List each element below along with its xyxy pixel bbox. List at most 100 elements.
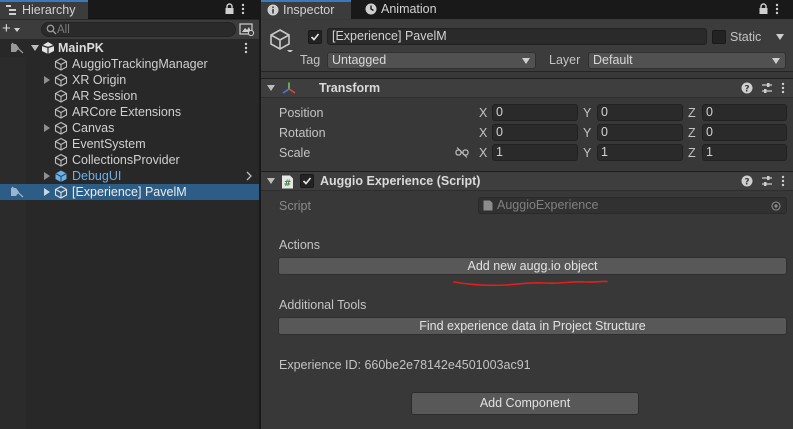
transform-icon xyxy=(282,82,296,94)
chevron-down-icon xyxy=(14,28,20,32)
tab-animation-label: Animation xyxy=(381,2,437,16)
expand-arrow-right-icon[interactable] xyxy=(43,172,51,180)
gameobject-icon xyxy=(54,57,68,71)
scene-visibility-icon[interactable] xyxy=(10,186,24,198)
axis-y-label[interactable]: Y xyxy=(583,146,591,160)
experience-id-text: Experience ID: 660be2e78142e4501003ac91 xyxy=(279,358,531,372)
gameobject-large-icon[interactable] xyxy=(269,28,293,52)
unity-scene-icon xyxy=(41,42,55,54)
axis-z-label[interactable]: Z xyxy=(688,126,696,140)
more-options-icon[interactable] xyxy=(775,3,779,15)
active-checkbox[interactable] xyxy=(308,30,322,44)
inspector-tabbar: Inspector Animation xyxy=(261,0,793,19)
foldout-arrow-icon[interactable] xyxy=(267,178,275,184)
lock-icon[interactable] xyxy=(758,3,769,15)
layer-value: Default xyxy=(593,53,633,67)
tree-item-auggio-tracking-manager[interactable]: AuggioTrackingManager xyxy=(0,56,259,72)
position-label: Position xyxy=(279,106,324,120)
more-options-icon[interactable] xyxy=(781,175,785,187)
expand-arrow-right-icon[interactable] xyxy=(43,188,51,196)
object-picker-icon[interactable] xyxy=(771,201,781,211)
tree-item-ar-session[interactable]: AR Session xyxy=(0,88,259,104)
add-auggio-object-button[interactable]: Add new augg.io object xyxy=(278,257,787,275)
axis-z-label[interactable]: Z xyxy=(688,106,696,120)
open-prefab-arrow-icon[interactable] xyxy=(246,170,252,182)
transform-header[interactable]: Transform ? xyxy=(261,78,793,98)
prefab-icon xyxy=(55,170,67,182)
more-options-icon[interactable] xyxy=(781,82,785,94)
tag-dropdown[interactable]: Untagged xyxy=(327,52,536,69)
foldout-arrow-icon[interactable] xyxy=(267,85,275,91)
tree-item-debugui[interactable]: DebugUI xyxy=(0,168,259,184)
search-input[interactable] xyxy=(57,23,227,36)
rotation-y-field[interactable]: 0 xyxy=(597,124,683,141)
position-z-field[interactable]: 0 xyxy=(702,104,787,121)
scale-x-field[interactable]: 1 xyxy=(492,144,578,161)
animation-clock-icon xyxy=(365,3,377,15)
tree-item-arcore-extensions[interactable]: ARCore Extensions xyxy=(0,104,259,120)
find-experience-data-button[interactable]: Find experience data in Project Structur… xyxy=(278,317,787,335)
axis-y-label[interactable]: Y xyxy=(583,106,591,120)
axis-z-label[interactable]: Z xyxy=(688,146,696,160)
axis-x-label[interactable]: X xyxy=(479,106,487,120)
scale-y-field[interactable]: 1 xyxy=(597,144,683,161)
script-object-value: AuggioExperience xyxy=(497,198,599,212)
tree-item-label: AR Session xyxy=(72,89,138,103)
position-y-field[interactable]: 0 xyxy=(597,104,683,121)
object-name-field[interactable]: [Experience] PavelM xyxy=(327,28,707,45)
script-object-field[interactable]: AuggioExperience xyxy=(478,197,787,214)
scene-visibility-icon[interactable] xyxy=(10,42,24,54)
tree-item-canvas[interactable]: Canvas xyxy=(0,120,259,136)
component-header-icons: ? xyxy=(741,175,785,187)
axis-x-label[interactable]: X xyxy=(479,146,487,160)
tree-item-label: Canvas xyxy=(72,121,115,135)
tree-item-experience-pavelm[interactable]: [Experience] PavelM xyxy=(0,184,259,200)
rotation-label: Rotation xyxy=(279,126,326,140)
tree-item-collections-provider[interactable]: CollectionsProvider xyxy=(0,152,259,168)
help-icon[interactable]: ? xyxy=(741,175,753,187)
scale-z-field[interactable]: 1 xyxy=(702,144,787,161)
static-dropdown-chevron-icon[interactable] xyxy=(776,34,784,40)
more-options-icon[interactable] xyxy=(244,42,248,54)
gameobject-icon xyxy=(54,121,68,135)
search-icon xyxy=(46,24,57,35)
tab-hierarchy[interactable]: Hierarchy xyxy=(0,0,88,19)
checkmark-icon xyxy=(302,177,312,185)
presets-icon[interactable] xyxy=(761,175,773,187)
tree-item-label: MainPK xyxy=(58,41,104,55)
add-component-button[interactable]: Add Component xyxy=(411,392,639,415)
scene-filter-icon[interactable] xyxy=(239,22,255,37)
tree-item-label: AuggioTrackingManager xyxy=(72,57,208,71)
tree-item-xr-origin[interactable]: XR Origin xyxy=(0,72,259,88)
tree-item-mainpk[interactable]: MainPK xyxy=(0,40,259,56)
lock-icon[interactable] xyxy=(224,3,235,15)
axis-y-label[interactable]: Y xyxy=(583,126,591,140)
script-component-title: Auggio Experience (Script) xyxy=(320,174,481,188)
constrain-proportions-icon[interactable] xyxy=(455,147,469,158)
search-box[interactable] xyxy=(41,22,236,37)
expand-arrow-right-icon[interactable] xyxy=(43,76,51,84)
script-component-header[interactable]: # Auggio Experience (Script) ? xyxy=(261,171,793,191)
tree-item-event-system[interactable]: EventSystem xyxy=(0,136,259,152)
tab-animation[interactable]: Animation xyxy=(359,0,449,19)
info-icon xyxy=(267,4,279,16)
layer-dropdown[interactable]: Default xyxy=(588,52,786,69)
axis-x-label[interactable]: X xyxy=(479,126,487,140)
expand-arrow-right-icon[interactable] xyxy=(43,124,51,132)
rotation-z-field[interactable]: 0 xyxy=(702,124,787,141)
tab-inspector[interactable]: Inspector xyxy=(261,0,351,19)
help-icon[interactable]: ? xyxy=(741,82,753,94)
tag-value: Untagged xyxy=(332,53,387,67)
transform-title: Transform xyxy=(319,81,381,95)
more-options-icon[interactable] xyxy=(241,3,245,15)
static-checkbox[interactable] xyxy=(712,30,726,44)
add-object-button[interactable]: + xyxy=(2,21,24,38)
tree-item-label: CollectionsProvider xyxy=(72,153,180,167)
script-field-label: Script xyxy=(279,199,311,213)
presets-icon[interactable] xyxy=(761,82,773,94)
rotation-x-field[interactable]: 0 xyxy=(492,124,578,141)
position-x-field[interactable]: 0 xyxy=(492,104,578,121)
expand-arrow-down-icon[interactable] xyxy=(31,44,39,52)
script-enabled-checkbox[interactable] xyxy=(300,174,314,188)
svg-text:?: ? xyxy=(744,178,749,188)
